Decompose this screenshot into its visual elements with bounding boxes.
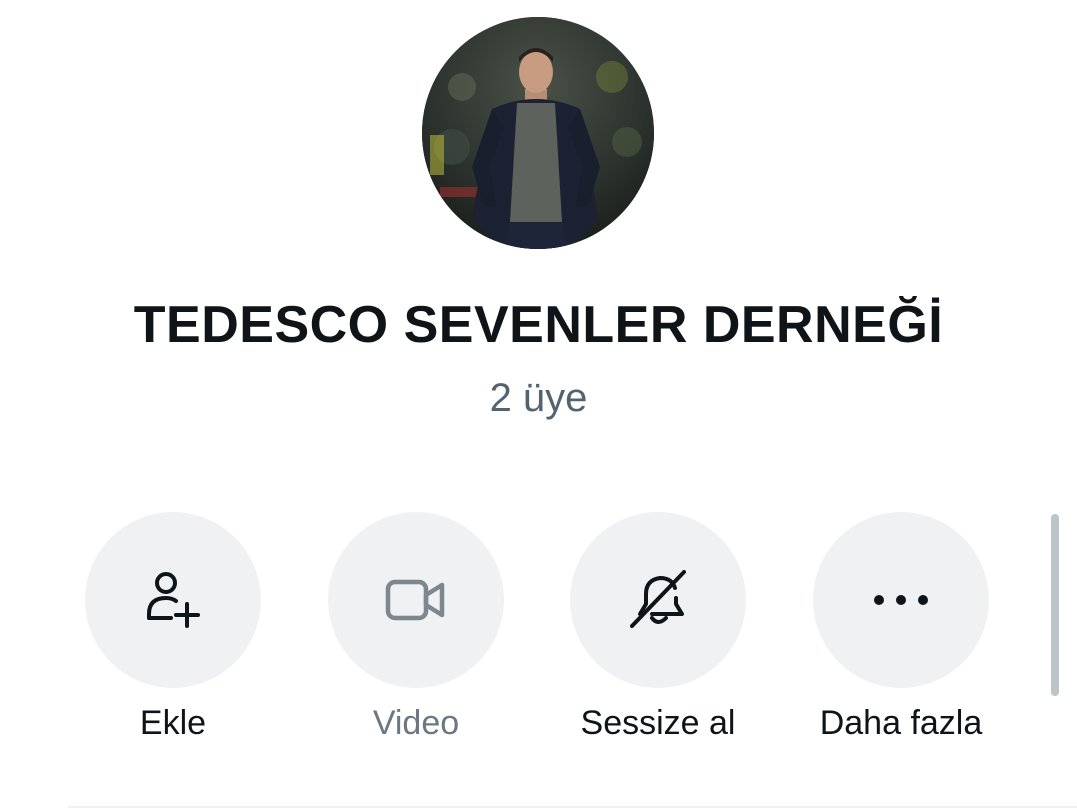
- bell-off-icon: [630, 570, 686, 628]
- group-name: TEDESCO SEVENLER DERNEĞİ: [133, 296, 944, 354]
- more-options-label: Daha fazla: [819, 704, 983, 742]
- mute-button-circle[interactable]: [570, 512, 746, 688]
- group-info-screen: TEDESCO SEVENLER DERNEĞİ 2 üye Ekle Vide…: [0, 0, 1077, 809]
- more-options-button-circle[interactable]: [813, 512, 989, 688]
- video-camera-icon: [385, 579, 445, 621]
- video-call-button-circle[interactable]: [328, 512, 504, 688]
- avatar-photo: [422, 17, 654, 249]
- video-call-button[interactable]: Video: [296, 512, 536, 744]
- video-call-label: Video: [372, 704, 460, 742]
- mute-button[interactable]: Sessize al: [538, 512, 778, 744]
- add-member-label: Ekle: [139, 704, 207, 742]
- mute-label: Sessize al: [580, 704, 736, 742]
- action-buttons: Ekle Video Sessize al Daha fazla: [0, 512, 1077, 752]
- add-member-button-circle[interactable]: [85, 512, 261, 688]
- divider: [68, 806, 1077, 808]
- add-person-icon: [147, 572, 200, 628]
- more-options-button[interactable]: Daha fazla: [781, 512, 1021, 744]
- group-avatar[interactable]: [422, 17, 654, 249]
- member-count[interactable]: 2 üye: [0, 372, 1077, 424]
- scrollbar[interactable]: [1051, 514, 1059, 696]
- more-dots-icon: [874, 595, 928, 605]
- add-member-button[interactable]: Ekle: [53, 512, 293, 744]
